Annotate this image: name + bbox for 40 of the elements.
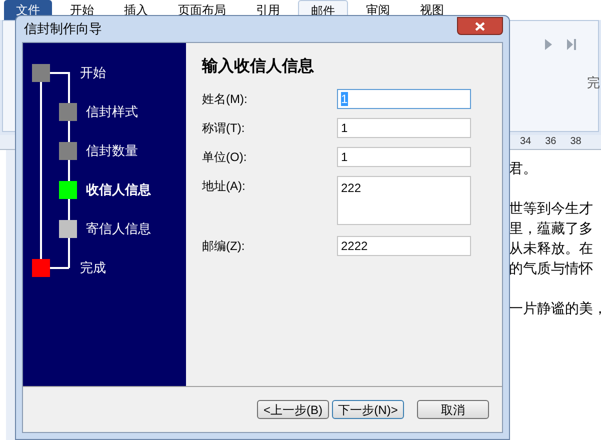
close-icon — [475, 22, 485, 30]
ribbon-group-label: 完 — [587, 74, 600, 92]
ribbon-tab[interactable]: 视图 — [408, 0, 456, 20]
ruler-number: 38 — [570, 135, 582, 149]
ribbon-tab[interactable]: 开始 — [58, 0, 106, 20]
document-text-line: 一片静谧的美， — [509, 299, 601, 318]
field-label: 地址(A): — [202, 178, 246, 195]
input-field[interactable]: 1 — [337, 118, 471, 138]
field-label: 单位(O): — [202, 149, 248, 166]
input-field[interactable]: 1 — [337, 147, 471, 167]
wizard-button[interactable]: <上一步(B) — [257, 400, 329, 419]
document-text-line: 世等到今生才 — [509, 199, 594, 218]
step-label: 信封样式 — [86, 102, 138, 121]
input-field[interactable]: 2222 — [337, 236, 471, 256]
wizard-button[interactable]: 取消 — [417, 400, 489, 419]
step-label: 信封数量 — [86, 142, 138, 160]
step-label: 寄信人信息 — [86, 220, 151, 238]
document-text-line: 里，蕴藏了多 — [509, 219, 594, 238]
ruler-number: 34 — [520, 135, 532, 149]
skip-to-end-icon — [566, 38, 577, 51]
ribbon-tab[interactable]: 引用 — [244, 0, 292, 20]
wizard-button[interactable]: 下一步(N)> — [332, 400, 404, 419]
page-heading: 输入收信人信息 — [202, 56, 315, 77]
play-icon — [544, 38, 553, 51]
text-area[interactable]: 222 — [337, 176, 471, 225]
document-text-line: 从未释放。在 — [509, 239, 594, 258]
step-label: 开始 — [80, 64, 106, 82]
window-title: 信封制作向导 — [24, 20, 102, 38]
document-text-line: 的气质与情怀 — [509, 259, 594, 278]
step-label: 收信人信息 — [86, 180, 151, 199]
document-text-line: 君。 — [509, 159, 538, 178]
ribbon-tab[interactable]: 审阅 — [354, 0, 402, 20]
ribbon-tab[interactable]: 页面布局 — [166, 0, 238, 20]
close-button[interactable] — [457, 17, 503, 35]
field-label: 称谓(T): — [202, 120, 246, 137]
ruler-number: 36 — [545, 135, 556, 149]
ribbon-tab[interactable]: 插入 — [112, 0, 160, 20]
step-label: 完成 — [80, 258, 106, 277]
field-label: 姓名(M): — [202, 91, 248, 108]
field-label: 邮编(Z): — [202, 238, 246, 255]
